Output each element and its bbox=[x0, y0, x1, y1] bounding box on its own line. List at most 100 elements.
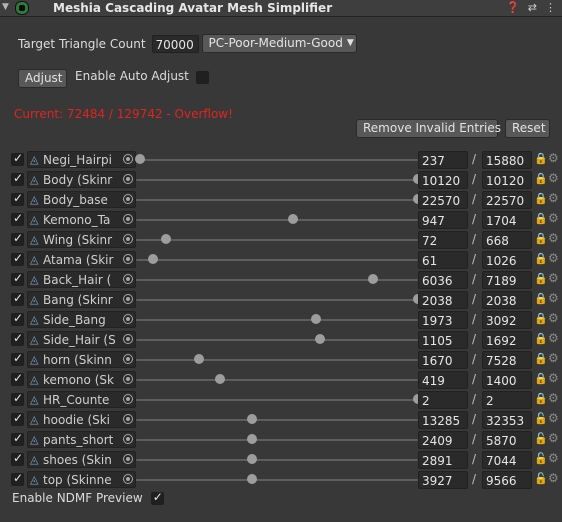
gear-icon[interactable]: ⚙ bbox=[548, 151, 559, 165]
triangle-max-input[interactable]: 10120 bbox=[482, 171, 532, 189]
object-picker-icon[interactable] bbox=[123, 274, 133, 284]
lock-icon[interactable]: 🔒 bbox=[534, 272, 548, 285]
gear-icon[interactable]: ⚙ bbox=[548, 391, 559, 405]
auto-adjust-toggle[interactable] bbox=[196, 71, 209, 84]
triangle-max-input[interactable]: 5870 bbox=[482, 431, 532, 449]
triangle-max-input[interactable]: 22570 bbox=[482, 191, 532, 209]
entry-enabled-toggle[interactable] bbox=[11, 331, 24, 346]
gear-icon[interactable]: ⚙ bbox=[548, 371, 559, 385]
mesh-object-field[interactable]: ◬ hoodie (Ski bbox=[27, 411, 136, 428]
entry-enabled-toggle[interactable] bbox=[11, 451, 24, 466]
mesh-object-field[interactable]: ◬ Bang (Skinr bbox=[27, 291, 136, 308]
object-picker-icon[interactable] bbox=[123, 254, 133, 264]
triangle-slider-track[interactable] bbox=[136, 419, 418, 421]
triangle-slider-thumb[interactable] bbox=[287, 214, 298, 224]
entry-enabled-toggle[interactable] bbox=[11, 211, 24, 226]
triangle-count-input[interactable]: 10120 bbox=[418, 171, 468, 189]
unlock-icon[interactable]: 🔓 bbox=[534, 472, 548, 485]
mesh-object-field[interactable]: ◬ Back_Hair ( bbox=[27, 271, 136, 288]
triangle-slider-track[interactable] bbox=[136, 399, 418, 401]
mesh-object-field[interactable]: ◬ Wing (Skinr bbox=[27, 231, 136, 248]
object-picker-icon[interactable] bbox=[123, 234, 133, 244]
kebab-menu-icon[interactable]: ⋮ bbox=[545, 1, 556, 14]
mesh-object-field[interactable]: ◬ Side_Hair (S bbox=[27, 331, 136, 348]
triangle-slider-track[interactable] bbox=[136, 319, 418, 321]
triangle-count-input[interactable]: 6036 bbox=[418, 271, 468, 289]
triangle-slider-track[interactable] bbox=[136, 379, 418, 381]
entry-enabled-toggle[interactable] bbox=[11, 251, 24, 266]
triangle-count-input[interactable]: 419 bbox=[418, 371, 468, 389]
triangle-count-input[interactable]: 22570 bbox=[418, 191, 468, 209]
preset-icon[interactable]: ⇄ bbox=[528, 1, 537, 14]
triangle-max-input[interactable]: 7044 bbox=[482, 451, 532, 469]
object-picker-icon[interactable] bbox=[123, 334, 133, 344]
entry-enabled-toggle[interactable] bbox=[11, 311, 24, 326]
triangle-count-input[interactable]: 1105 bbox=[418, 331, 468, 349]
mesh-object-field[interactable]: ◬ kemono (Sk bbox=[27, 371, 136, 388]
object-picker-icon[interactable] bbox=[123, 354, 133, 364]
triangle-slider-track[interactable] bbox=[136, 259, 418, 261]
lock-icon[interactable]: 🔒 bbox=[534, 392, 548, 405]
object-picker-icon[interactable] bbox=[123, 394, 133, 404]
triangle-slider-track[interactable] bbox=[136, 179, 418, 181]
triangle-slider-track[interactable] bbox=[136, 479, 418, 481]
triangle-slider-track[interactable] bbox=[136, 459, 418, 461]
gear-icon[interactable]: ⚙ bbox=[548, 351, 559, 365]
gear-icon[interactable]: ⚙ bbox=[548, 271, 559, 285]
entry-enabled-toggle[interactable] bbox=[11, 431, 24, 446]
gear-icon[interactable]: ⚙ bbox=[548, 231, 559, 245]
object-picker-icon[interactable] bbox=[123, 214, 133, 224]
triangle-count-input[interactable]: 2891 bbox=[418, 451, 468, 469]
triangle-slider-track[interactable] bbox=[136, 299, 418, 301]
triangle-max-input[interactable]: 1400 bbox=[482, 371, 532, 389]
entry-enabled-toggle[interactable] bbox=[11, 471, 24, 486]
unlock-icon[interactable]: 🔓 bbox=[534, 452, 548, 465]
gear-icon[interactable]: ⚙ bbox=[548, 191, 559, 205]
triangle-slider-track[interactable] bbox=[136, 219, 418, 221]
triangle-max-input[interactable]: 15880 bbox=[482, 151, 532, 169]
triangle-max-input[interactable]: 2038 bbox=[482, 291, 532, 309]
mesh-object-field[interactable]: ◬ Negi_Hairpi bbox=[27, 151, 136, 168]
adjust-button[interactable]: Adjust bbox=[18, 69, 67, 88]
triangle-max-input[interactable]: 1692 bbox=[482, 331, 532, 349]
triangle-max-input[interactable]: 7189 bbox=[482, 271, 532, 289]
mesh-object-field[interactable]: ◬ horn (Skinn bbox=[27, 351, 136, 368]
triangle-slider-thumb[interactable] bbox=[246, 434, 257, 444]
gear-icon[interactable]: ⚙ bbox=[548, 471, 559, 485]
triangle-slider-thumb[interactable] bbox=[193, 354, 204, 364]
triangle-slider-thumb[interactable] bbox=[367, 274, 378, 284]
triangle-slider-track[interactable] bbox=[136, 159, 418, 161]
entry-enabled-toggle[interactable] bbox=[11, 371, 24, 386]
lock-icon[interactable]: 🔒 bbox=[534, 152, 548, 165]
triangle-slider-thumb[interactable] bbox=[135, 154, 146, 164]
lock-icon[interactable]: 🔒 bbox=[534, 252, 548, 265]
entry-enabled-toggle[interactable] bbox=[11, 351, 24, 366]
mesh-object-field[interactable]: ◬ Body_base bbox=[27, 191, 136, 208]
triangle-slider-track[interactable] bbox=[136, 359, 418, 361]
object-picker-icon[interactable] bbox=[123, 454, 133, 464]
gear-icon[interactable]: ⚙ bbox=[548, 211, 559, 225]
object-picker-icon[interactable] bbox=[123, 474, 133, 484]
triangle-slider-thumb[interactable] bbox=[246, 454, 257, 464]
triangle-slider-thumb[interactable] bbox=[161, 234, 172, 244]
target-triangle-input[interactable]: 70000 bbox=[151, 34, 199, 53]
mesh-object-field[interactable]: ◬ top (Skinne bbox=[27, 471, 136, 488]
triangle-slider-track[interactable] bbox=[136, 239, 418, 241]
triangle-max-input[interactable]: 3092 bbox=[482, 311, 532, 329]
triangle-max-input[interactable]: 7528 bbox=[482, 351, 532, 369]
object-picker-icon[interactable] bbox=[123, 194, 133, 204]
triangle-slider-track[interactable] bbox=[136, 199, 418, 201]
triangle-count-input[interactable]: 2409 bbox=[418, 431, 468, 449]
lock-icon[interactable]: 🔒 bbox=[534, 312, 548, 325]
mesh-object-field[interactable]: ◬ Kemono_Ta bbox=[27, 211, 136, 228]
triangle-count-input[interactable]: 1973 bbox=[418, 311, 468, 329]
triangle-count-input[interactable]: 3927 bbox=[418, 471, 468, 489]
triangle-count-input[interactable]: 1670 bbox=[418, 351, 468, 369]
lock-icon[interactable]: 🔒 bbox=[534, 332, 548, 345]
triangle-slider-thumb[interactable] bbox=[215, 374, 226, 384]
triangle-max-input[interactable]: 668 bbox=[482, 231, 532, 249]
triangle-count-input[interactable]: 61 bbox=[418, 251, 468, 269]
triangle-slider-thumb[interactable] bbox=[246, 474, 257, 484]
gear-icon[interactable]: ⚙ bbox=[548, 411, 559, 425]
triangle-count-input[interactable]: 2038 bbox=[418, 291, 468, 309]
